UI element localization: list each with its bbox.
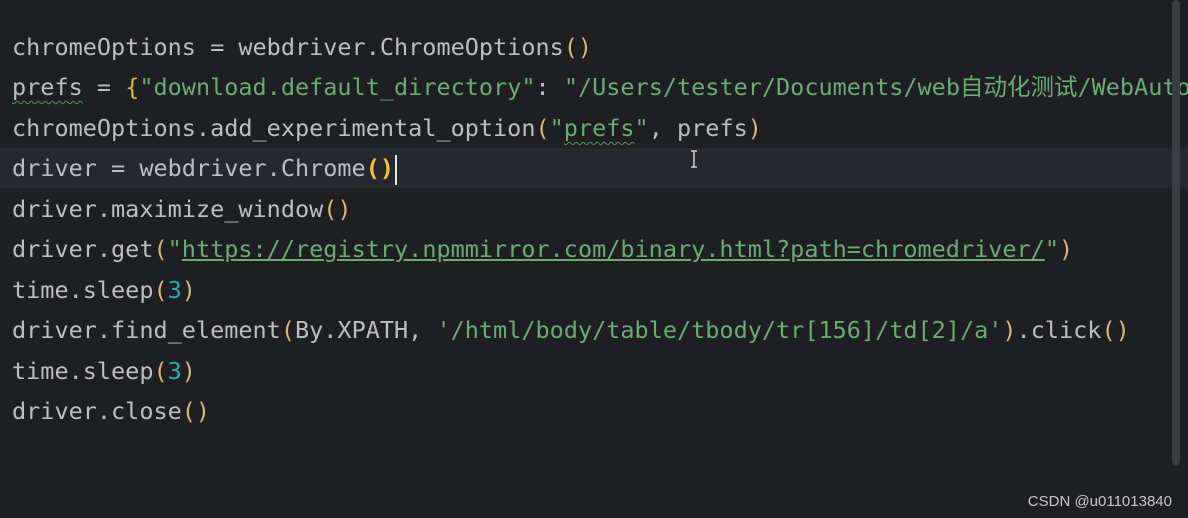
code-token: " <box>1044 235 1059 263</box>
code-token: 3 <box>167 276 182 304</box>
code-token: driver.close <box>12 397 182 425</box>
code-token: time.sleep <box>12 276 154 304</box>
code-token: https://registry.npmmirror.com/binary.ht… <box>181 235 1045 263</box>
code-token: driver.get <box>12 235 154 263</box>
code-token: ) <box>181 276 196 304</box>
code-token: "/Users/tester/Documents/web自动化测试/WebAut… <box>563 73 1188 101</box>
code-token: prefs <box>12 73 83 101</box>
code-token: ( <box>535 114 550 142</box>
code-token: " <box>634 114 649 142</box>
code-token: () <box>365 154 395 182</box>
code-line[interactable]: chromeOptions = webdriver.ChromeOptions(… <box>12 27 592 67</box>
code-line[interactable]: driver.close() <box>12 391 210 431</box>
code-token: () <box>181 397 211 425</box>
text-caret <box>395 154 398 185</box>
code-token: () <box>323 195 352 223</box>
code-line[interactable]: time.sleep(3) <box>12 351 196 391</box>
code-token: time.sleep <box>12 357 154 385</box>
code-token: ) <box>1059 235 1074 263</box>
code-token: '/html/body/table/tbody/tr[156]/td[2]/a' <box>436 316 1003 344</box>
code-token: ) <box>181 357 196 385</box>
code-token: .click <box>1016 316 1102 344</box>
code-token: chromeOptions = webdriver.ChromeOptions <box>12 33 564 61</box>
code-token: ) <box>1002 316 1017 344</box>
code-token: driver = webdriver.Chrome <box>12 154 366 182</box>
code-line[interactable]: time.sleep(3) <box>12 270 196 310</box>
code-token: driver.maximize_window <box>12 195 324 223</box>
text-cursor-icon <box>691 150 697 168</box>
code-line[interactable]: chromeOptions.add_experimental_option("p… <box>12 108 762 148</box>
code-token: ( <box>153 357 168 385</box>
code-token: driver.find_element <box>12 316 281 344</box>
code-token: 3 <box>167 357 182 385</box>
code-line[interactable]: driver.maximize_window() <box>12 189 352 229</box>
code-token: ( <box>280 316 295 344</box>
code-token: " <box>167 235 182 263</box>
code-line[interactable]: prefs = {"download.default_directory": "… <box>12 67 1188 107</box>
code-token: "download.default_directory" <box>139 73 536 101</box>
code-line[interactable]: driver = webdriver.Chrome() <box>12 148 398 188</box>
code-token: ) <box>747 114 762 142</box>
code-token: By.XPATH, <box>294 316 437 344</box>
code-token: { <box>125 73 140 101</box>
watermark: CSDN @u011013840 <box>1027 493 1172 510</box>
code-token: : <box>535 73 564 101</box>
code-token: () <box>563 33 593 61</box>
code-line[interactable]: driver.get("https://registry.npmmirror.c… <box>12 229 1073 269</box>
code-token: ( <box>153 276 168 304</box>
code-token: prefs <box>563 114 635 142</box>
code-token: , prefs <box>648 114 748 142</box>
code-editor[interactable]: chromeOptions = webdriver.ChromeOptions(… <box>0 0 1188 518</box>
vertical-scrollbar[interactable] <box>1172 0 1180 465</box>
code-line[interactable]: driver.find_element(By.XPATH, '/html/bod… <box>12 310 1130 350</box>
code-token: () <box>1101 316 1130 344</box>
code-token: " <box>549 114 564 142</box>
code-token: chromeOptions.add_experimental_option <box>12 114 536 142</box>
code-token: = <box>82 73 126 101</box>
code-token: ( <box>153 235 168 263</box>
